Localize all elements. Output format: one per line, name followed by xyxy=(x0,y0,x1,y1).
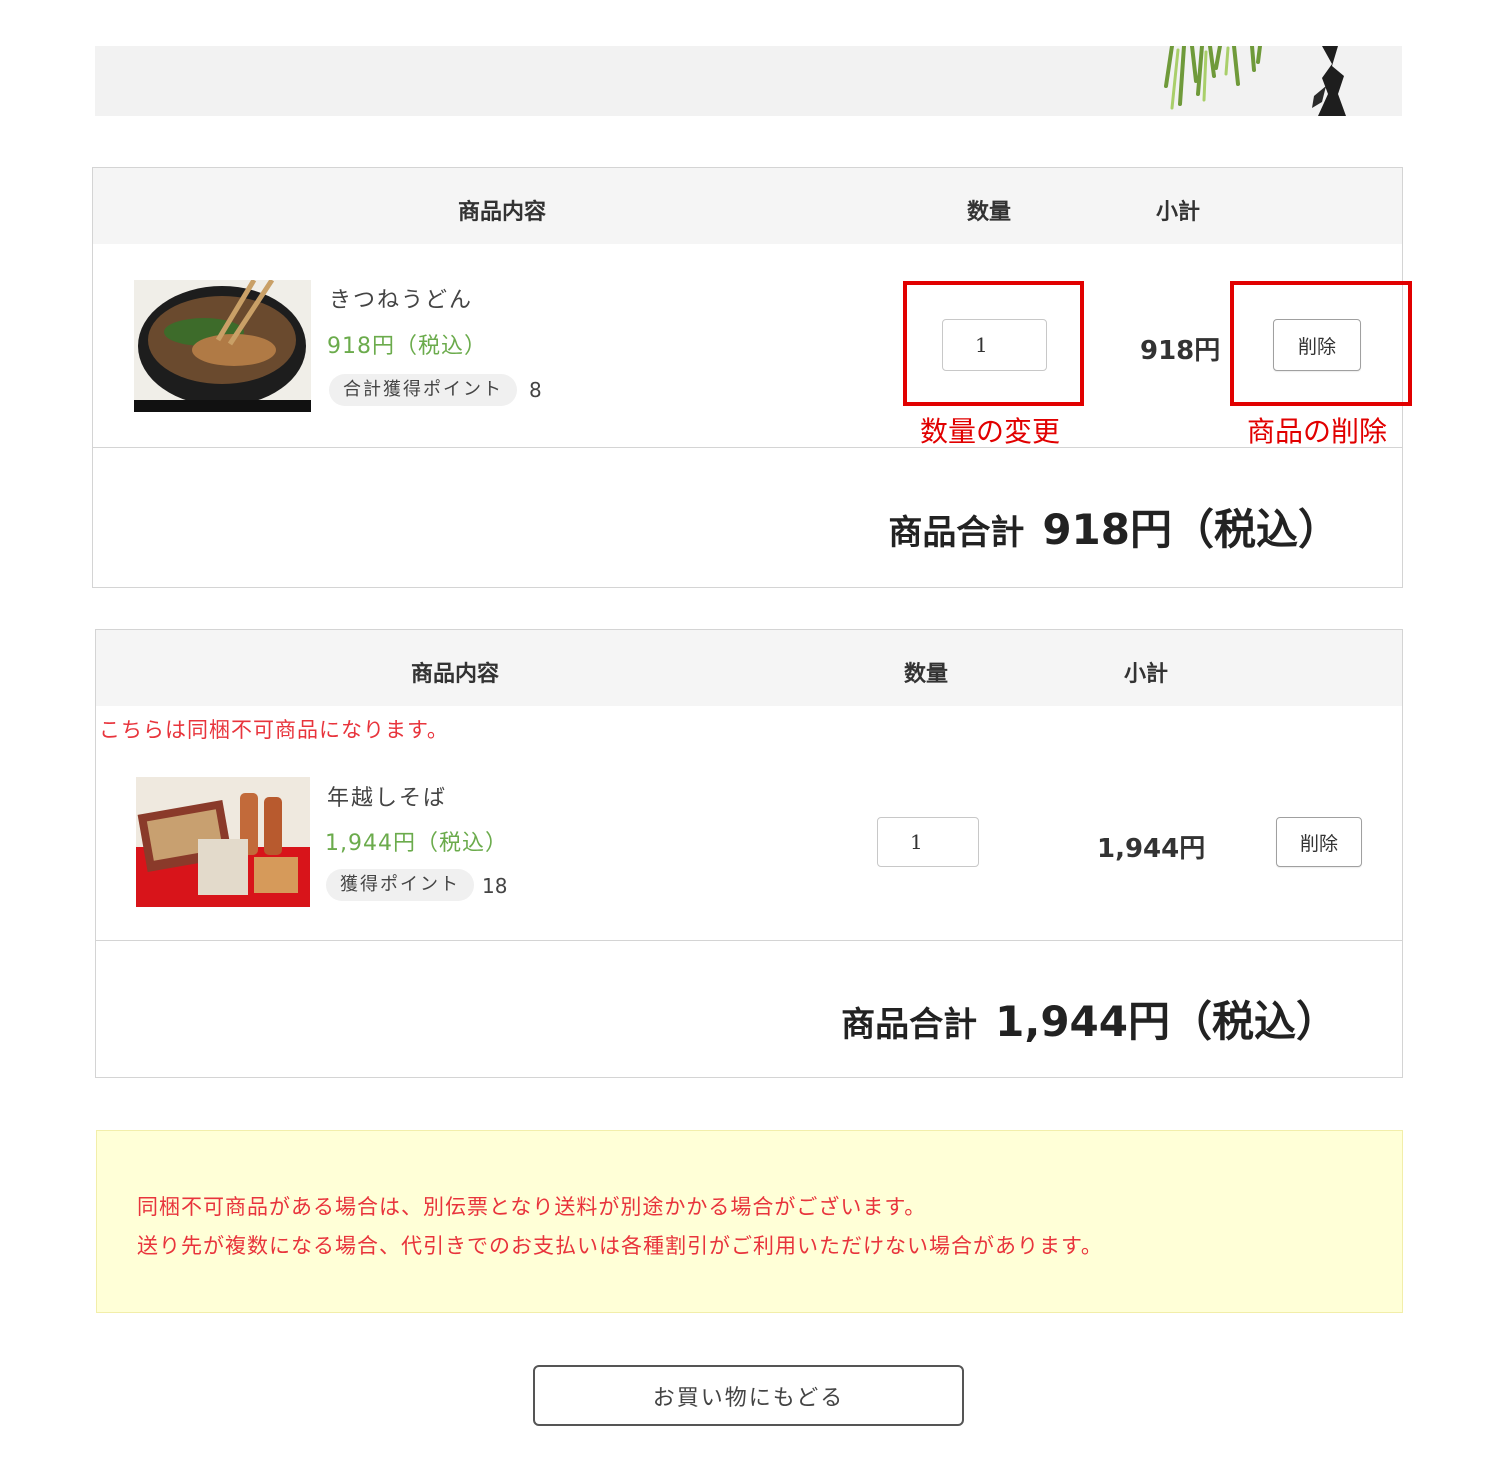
header-product: 商品内容 xyxy=(411,662,500,687)
points-badge: 獲得ポイント xyxy=(326,869,474,901)
product-image-toshikoshi-soba[interactable] xyxy=(136,777,310,907)
product-price: 1,944円（税込） xyxy=(325,831,508,856)
cart-total: 商品合計 918円（税込） xyxy=(888,496,1340,557)
total-value: 1,944円（税込） xyxy=(995,997,1338,1046)
item-subtotal: 1,944円 xyxy=(1097,834,1206,864)
header-subtotal: 小計 xyxy=(1124,662,1169,687)
header-product: 商品内容 xyxy=(458,200,547,225)
header-subtotal: 小計 xyxy=(1156,200,1201,225)
cart-block-2: 商品内容 数量 小計 こちらは同梱不可商品になります。 年越しそば 1,944円… xyxy=(95,629,1403,1078)
header-quantity: 数量 xyxy=(967,200,1012,225)
shipping-notice: 同梱不可商品がある場合は、別伝票となり送料が別途かかる場合がございます。 送り先… xyxy=(96,1130,1403,1313)
product-name[interactable]: きつねうどん xyxy=(329,282,473,314)
cart-block-1: 商品内容 数量 小計 きつねうどん 918円（税込） 合計獲得ポイント 8 91… xyxy=(92,167,1403,588)
total-label: 商品合計 xyxy=(888,513,1025,553)
cart-total: 商品合計 1,944円（税込） xyxy=(841,988,1338,1049)
product-image-kitsune-udon[interactable] xyxy=(134,280,311,412)
delete-button[interactable]: 削除 xyxy=(1276,817,1362,867)
header-banner xyxy=(95,46,1402,116)
total-value: 918円（税込） xyxy=(1042,505,1340,554)
quantity-change-annotation: 数量の変更 xyxy=(920,415,1061,448)
cart-header-row: 商品内容 数量 小計 xyxy=(93,168,1402,244)
product-name[interactable]: 年越しそば xyxy=(327,780,447,812)
points-value: 18 xyxy=(482,874,508,898)
item-delete-annotation: 商品の削除 xyxy=(1247,415,1388,448)
points-value: 8 xyxy=(529,378,542,402)
quantity-input[interactable] xyxy=(877,817,979,867)
delete-highlight-box xyxy=(1230,281,1412,406)
product-price: 918円（税込） xyxy=(327,334,487,359)
no-bundle-warning: こちらは同梱不可商品になります。 xyxy=(99,718,449,742)
cart-header-row: 商品内容 数量 小計 xyxy=(96,630,1402,706)
quantity-highlight-box xyxy=(903,281,1084,406)
item-subtotal: 918円 xyxy=(1140,336,1221,366)
row-divider xyxy=(93,447,1402,448)
points-badge: 合計獲得ポイント xyxy=(329,374,517,406)
header-quantity: 数量 xyxy=(904,662,949,687)
back-to-shopping-button[interactable]: お買い物にもどる xyxy=(533,1365,964,1426)
total-label: 商品合計 xyxy=(841,1005,978,1045)
notice-line-2: 送り先が複数になる場合、代引きでのお支払いは各種割引がご利用いただけない場合があ… xyxy=(137,1234,1103,1258)
willow-decoration-image xyxy=(1164,46,1346,116)
notice-line-1: 同梱不可商品がある場合は、別伝票となり送料が別途かかる場合がございます。 xyxy=(137,1195,927,1219)
row-divider xyxy=(96,940,1402,941)
